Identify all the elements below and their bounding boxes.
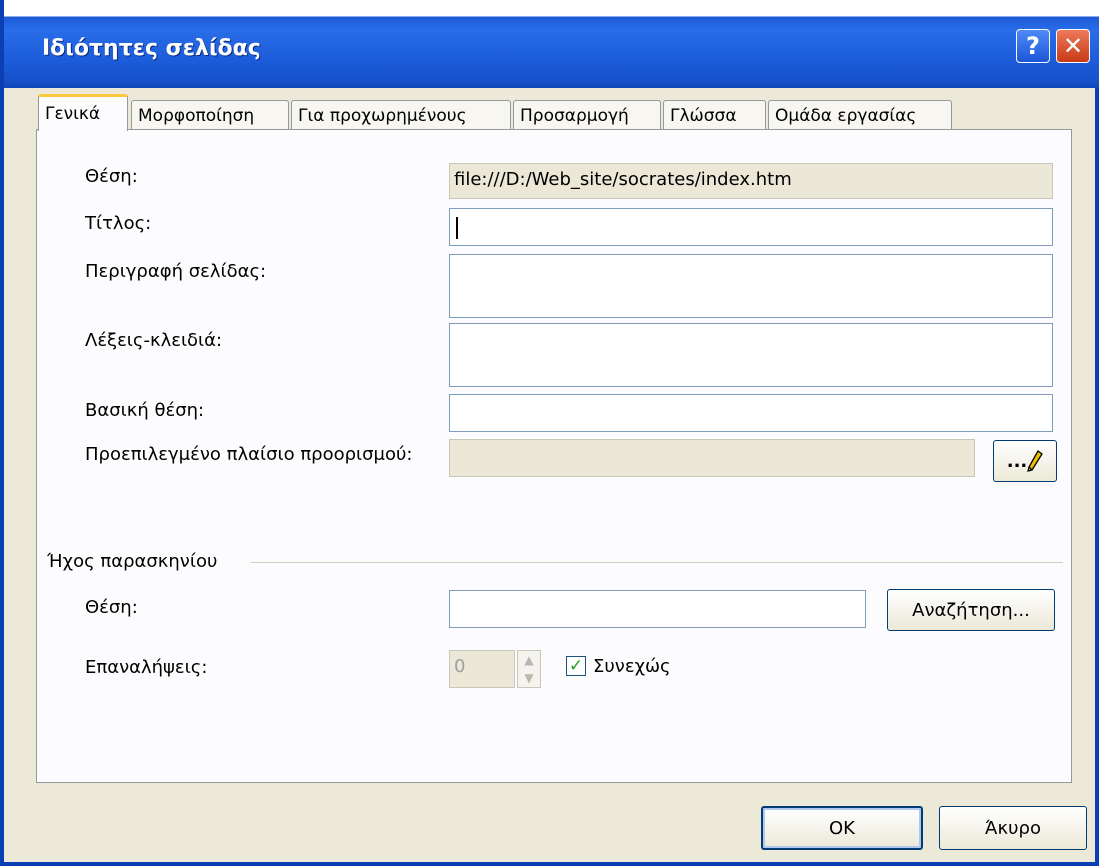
- title-label: Τίτλος:: [85, 213, 152, 234]
- tab-advanced[interactable]: Για προχωρημένους: [291, 100, 511, 130]
- cancel-button[interactable]: Άκυρο: [939, 806, 1087, 850]
- close-button[interactable]: ✕: [1056, 29, 1090, 63]
- tab-formatting[interactable]: Μορφοποίηση: [131, 100, 289, 130]
- checkmark-icon: ✓: [568, 655, 584, 676]
- browse-button[interactable]: Αναζήτηση...: [887, 589, 1055, 631]
- title-bar[interactable]: Ιδιότητες σελίδας ? ✕: [4, 0, 1099, 88]
- loop-count-input: 0: [449, 650, 515, 688]
- tab-custom[interactable]: Προσαρμογή: [513, 100, 661, 130]
- tab-general[interactable]: Γενικά: [38, 94, 128, 131]
- sound-location-input[interactable]: [449, 590, 866, 628]
- target-frame-label: Προεπιλεγμένο πλαίσιο προορισμού:: [85, 444, 413, 465]
- ok-button[interactable]: OK: [761, 806, 923, 850]
- base-location-input[interactable]: [449, 394, 1053, 432]
- change-target-frame-button[interactable]: ...: [993, 440, 1057, 482]
- keywords-label: Λέξεις-κλειδιά:: [85, 330, 223, 351]
- location-field: file:///D:/Web_site/socrates/index.htm: [449, 163, 1053, 199]
- target-frame-field: [449, 439, 975, 477]
- sound-location-label: Θέση:: [85, 597, 138, 618]
- location-label: Θέση:: [85, 166, 138, 187]
- forever-checkbox[interactable]: ✓: [566, 656, 586, 676]
- loop-label: Επαναλήψεις:: [85, 657, 208, 678]
- tab-workgroup[interactable]: Ομάδα εργασίας: [768, 100, 952, 130]
- spin-down-icon: ▼: [524, 671, 534, 685]
- background-sound-group-label: Ήχος παρασκηνίου: [47, 551, 218, 572]
- tab-panel-general: Θέση: file:///D:/Web_site/socrates/index…: [36, 129, 1072, 783]
- loop-spinner: ▲ ▼: [517, 650, 541, 688]
- help-icon: ?: [1026, 32, 1040, 60]
- pencil-icon: [1027, 450, 1044, 472]
- spin-up-icon: ▲: [524, 653, 534, 667]
- tab-language[interactable]: Γλώσσα: [663, 100, 766, 130]
- tab-strip: Γενικά Μορφοποίηση Για προχωρημένους Προ…: [38, 94, 1038, 131]
- dialog-title: Ιδιότητες σελίδας: [42, 36, 261, 61]
- help-button[interactable]: ?: [1016, 29, 1050, 63]
- description-label: Περιγραφή σελίδας:: [85, 261, 267, 282]
- page-properties-dialog: Ιδιότητες σελίδας ? ✕ Γενικά Μορφοποίηση…: [0, 0, 1099, 866]
- description-textarea[interactable]: [449, 254, 1053, 318]
- title-input[interactable]: [449, 208, 1053, 246]
- base-location-label: Βασική θέση:: [85, 400, 205, 421]
- close-icon: ✕: [1062, 32, 1084, 60]
- forever-label[interactable]: Συνεχώς: [593, 656, 671, 677]
- group-divider: [251, 562, 1063, 563]
- text-cursor: [456, 217, 458, 239]
- keywords-textarea[interactable]: [449, 323, 1053, 387]
- location-value: file:///D:/Web_site/socrates/index.htm: [454, 169, 792, 190]
- loop-count-value: 0: [454, 656, 466, 677]
- target-frame-dots: ...: [1006, 450, 1028, 472]
